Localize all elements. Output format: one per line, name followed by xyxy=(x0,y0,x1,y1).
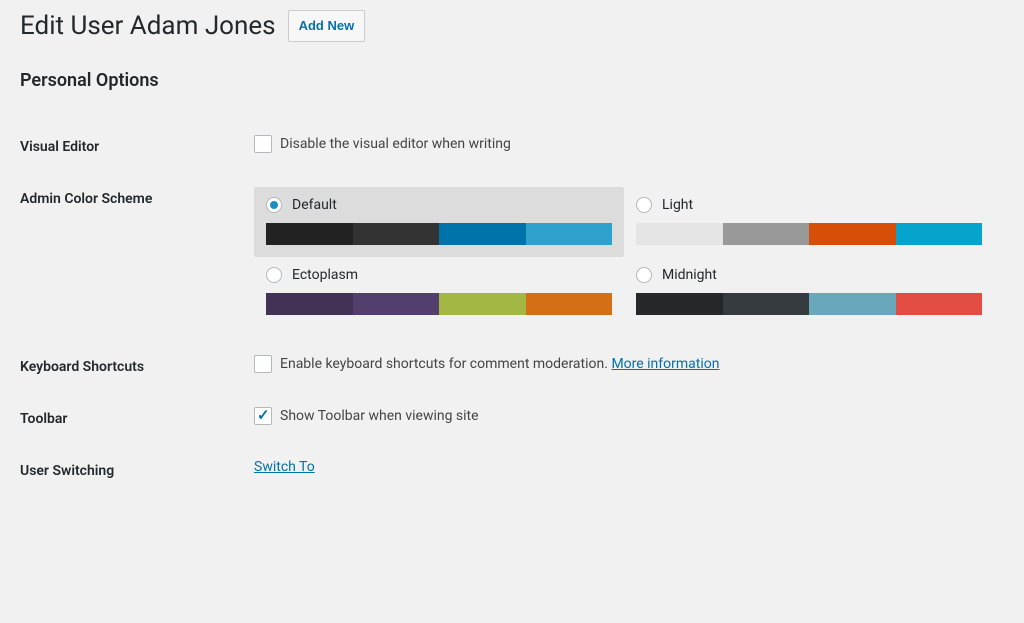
color-option-label-light[interactable]: Light xyxy=(636,197,982,213)
color-name-midnight: Midnight xyxy=(662,267,717,283)
page-header: Edit User Adam Jones Add New xyxy=(20,10,1004,42)
color-option-label-midnight[interactable]: Midnight xyxy=(636,267,982,283)
color-swatch xyxy=(636,223,723,245)
personal-options-form: Visual Editor Disable the visual editor … xyxy=(20,121,1004,497)
admin-color-scheme-row: Admin Color Scheme Default Light Ectoplasm… xyxy=(20,173,1004,341)
keyboard-shortcuts-row: Keyboard Shortcuts Enable keyboard short… xyxy=(20,341,1004,393)
color-radio-default[interactable] xyxy=(266,197,282,213)
color-swatch xyxy=(896,293,983,315)
admin-color-scheme-label: Admin Color Scheme xyxy=(20,173,254,341)
toolbar-text: Show Toolbar when viewing site xyxy=(280,408,479,424)
keyboard-shortcuts-text: Enable keyboard shortcuts for comment mo… xyxy=(280,356,719,372)
color-swatch xyxy=(266,293,353,315)
toolbar-label: Toolbar xyxy=(20,393,254,445)
visual-editor-row: Visual Editor Disable the visual editor … xyxy=(20,121,1004,173)
page-title: Edit User Adam Jones xyxy=(20,11,276,41)
user-switching-row: User Switching Switch To xyxy=(20,445,1004,497)
color-swatch xyxy=(809,223,896,245)
color-palette-ectoplasm xyxy=(266,293,612,315)
color-swatch xyxy=(723,293,810,315)
more-information-link[interactable]: More information xyxy=(611,356,719,372)
visual-editor-text: Disable the visual editor when writing xyxy=(280,136,511,152)
color-swatch xyxy=(353,293,440,315)
visual-editor-label: Visual Editor xyxy=(20,121,254,173)
visual-editor-checkbox-label[interactable]: Disable the visual editor when writing xyxy=(254,135,994,153)
visual-editor-checkbox[interactable] xyxy=(254,135,272,153)
section-heading: Personal Options xyxy=(20,70,1004,91)
color-option-light[interactable]: Light xyxy=(624,187,994,257)
color-swatch xyxy=(636,293,723,315)
keyboard-shortcuts-checkbox[interactable] xyxy=(254,355,272,373)
color-option-default[interactable]: Default xyxy=(254,187,624,257)
add-new-button[interactable]: Add New xyxy=(288,10,366,42)
toolbar-checkbox[interactable] xyxy=(254,407,272,425)
color-name-default: Default xyxy=(292,197,337,213)
color-option-midnight[interactable]: Midnight xyxy=(624,257,994,327)
color-swatch xyxy=(526,223,613,245)
toolbar-row: Toolbar Show Toolbar when viewing site xyxy=(20,393,1004,445)
color-swatch xyxy=(526,293,613,315)
color-name-ectoplasm: Ectoplasm xyxy=(292,267,358,283)
color-radio-midnight[interactable] xyxy=(636,267,652,283)
color-swatch xyxy=(809,293,896,315)
color-option-label-default[interactable]: Default xyxy=(266,197,612,213)
color-swatch xyxy=(266,223,353,245)
toolbar-checkbox-label[interactable]: Show Toolbar when viewing site xyxy=(254,407,994,425)
color-swatch xyxy=(439,223,526,245)
color-swatch xyxy=(896,223,983,245)
color-palette-midnight xyxy=(636,293,982,315)
color-swatch xyxy=(723,223,810,245)
color-swatch xyxy=(439,293,526,315)
color-option-ectoplasm[interactable]: Ectoplasm xyxy=(254,257,624,327)
switch-to-link[interactable]: Switch To xyxy=(254,459,315,475)
color-swatch xyxy=(353,223,440,245)
keyboard-shortcuts-checkbox-label[interactable]: Enable keyboard shortcuts for comment mo… xyxy=(254,355,994,373)
color-name-light: Light xyxy=(662,197,693,213)
color-option-label-ectoplasm[interactable]: Ectoplasm xyxy=(266,267,612,283)
color-radio-light[interactable] xyxy=(636,197,652,213)
keyboard-shortcuts-text-inner: Enable keyboard shortcuts for comment mo… xyxy=(280,356,608,372)
color-scheme-options: Default Light Ectoplasm Midnight xyxy=(254,187,994,327)
keyboard-shortcuts-label: Keyboard Shortcuts xyxy=(20,341,254,393)
color-palette-light xyxy=(636,223,982,245)
color-palette-default xyxy=(266,223,612,245)
user-switching-label: User Switching xyxy=(20,445,254,497)
color-radio-ectoplasm[interactable] xyxy=(266,267,282,283)
